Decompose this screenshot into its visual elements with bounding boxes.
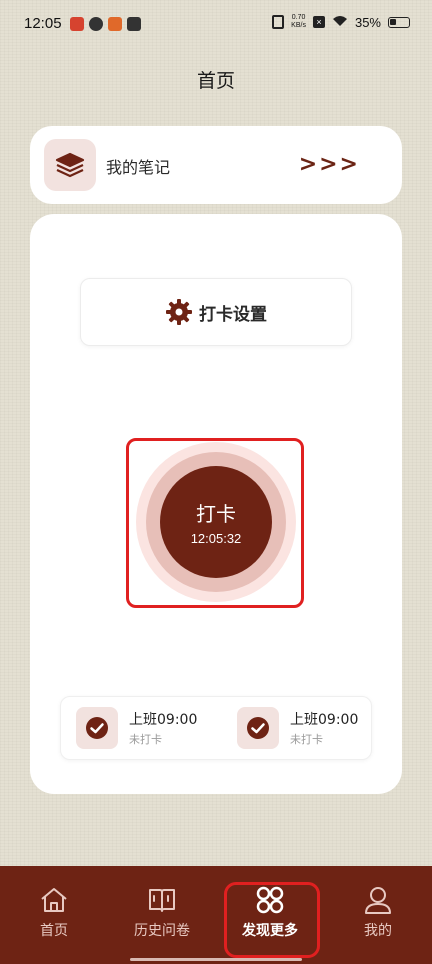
main-card: 打卡设置 打卡 12:05:32 上班09:00 未打卡 上班09:00 未打卡 <box>30 214 402 794</box>
check-circle-icon <box>86 717 108 739</box>
check-circle-icon <box>247 717 269 739</box>
checkin-title: 上班09:00 <box>290 712 359 728</box>
nav-item-home[interactable]: 首页 <box>4 884 104 940</box>
status-time: 12:05 <box>24 15 62 32</box>
nav-label-home: 首页 <box>40 923 68 939</box>
checkin-item: 上班09:00 未打卡 <box>76 707 216 751</box>
checkin-item: 上班09:00 未打卡 <box>237 707 377 751</box>
notification-icons <box>70 17 141 31</box>
my-notes-card[interactable]: 我的笔记 >>> <box>30 126 402 204</box>
status-indicators: 0.70 KB/s × 35% <box>272 14 410 30</box>
nav-label-history: 历史问卷 <box>134 923 190 939</box>
network-speed-unit: KB/s <box>291 22 306 29</box>
punch-label: 打卡 <box>196 502 236 526</box>
network-speed-value: 0.70 <box>291 14 306 21</box>
network-speed: 0.70 KB/s <box>291 14 306 30</box>
status-bar: 12:05 0.70 KB/s × 35% <box>0 0 432 52</box>
no-sim-icon: × <box>312 16 325 28</box>
punch-time: 12:05:32 <box>190 531 242 546</box>
check-icon-box <box>237 707 279 749</box>
checkin-status-row: 上班09:00 未打卡 上班09:00 未打卡 <box>60 696 372 760</box>
page-title: 首页 <box>196 70 235 92</box>
check-icon-box <box>76 707 118 749</box>
battery-percent: 35% <box>354 14 381 30</box>
nav-label-mine: 我的 <box>364 923 392 939</box>
punch-button[interactable]: 打卡 12:05:32 <box>160 466 272 578</box>
checkin-status: 未打卡 <box>129 733 162 746</box>
bottom-nav: 首页 历史问卷 发现更多 我的 <box>0 866 432 964</box>
app-notification-icon <box>108 17 122 31</box>
checkin-status: 未打卡 <box>290 733 323 746</box>
vibrate-icon <box>272 15 285 29</box>
wifi-icon <box>332 15 348 30</box>
home-icon <box>41 888 67 912</box>
app-notification-icon <box>70 17 84 31</box>
books-icon <box>55 152 85 178</box>
app-notification-icon <box>89 17 103 31</box>
notes-arrow-icon[interactable]: >>> <box>299 152 360 177</box>
nav-highlight-frame <box>224 882 320 958</box>
my-notes-label: 我的笔记 <box>106 158 171 177</box>
app-notification-icon <box>127 17 141 31</box>
checkin-title: 上班09:00 <box>129 712 198 728</box>
user-icon <box>365 887 391 914</box>
punch-settings-label: 打卡设置 <box>199 304 267 325</box>
nav-item-history[interactable]: 历史问卷 <box>112 884 212 940</box>
punch-settings-button[interactable]: 打卡设置 <box>80 278 352 346</box>
nav-item-mine[interactable]: 我的 <box>328 884 428 940</box>
battery-icon <box>388 16 410 28</box>
notes-icon-box <box>44 139 96 191</box>
home-indicator[interactable] <box>130 958 302 961</box>
gear-icon <box>166 299 192 325</box>
book-icon <box>149 889 175 912</box>
